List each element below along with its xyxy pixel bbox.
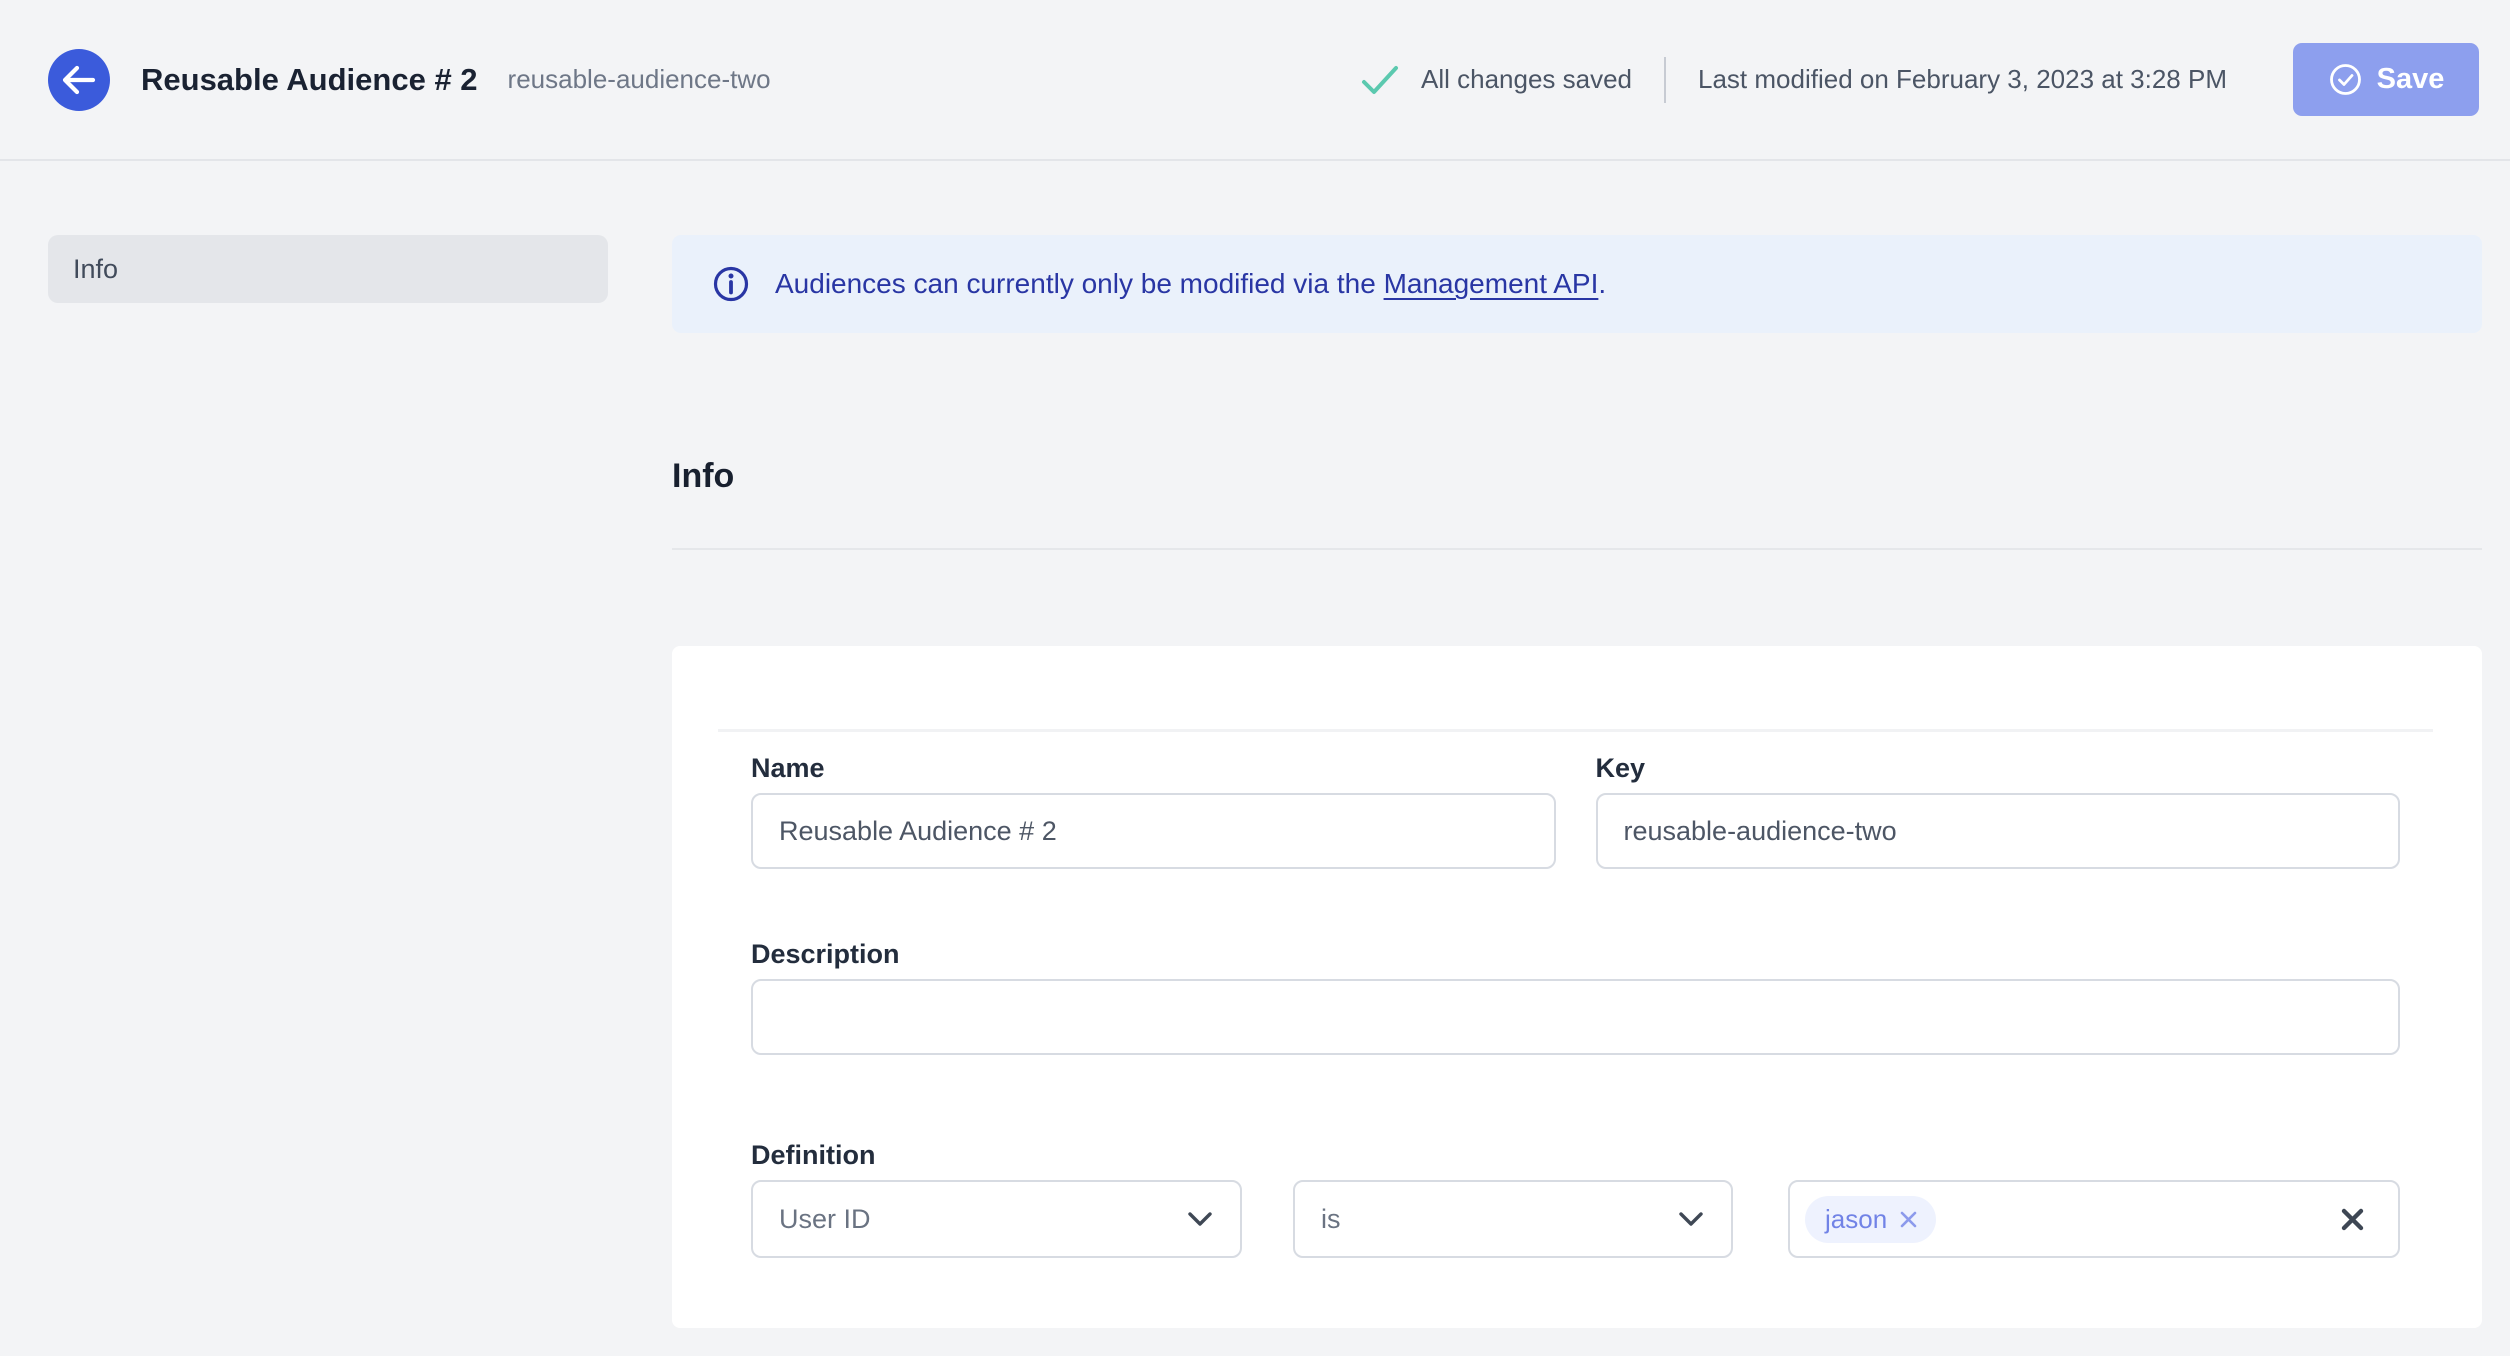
name-field: Name: [751, 753, 1556, 869]
banner-text-after: .: [1598, 268, 1607, 299]
check-icon: [1361, 64, 1399, 96]
description-field-label: Description: [751, 939, 900, 969]
definition-field: Definition User ID is jason: [751, 1140, 2400, 1258]
attribute-select[interactable]: User ID: [751, 1180, 1242, 1258]
operator-select-value: is: [1321, 1203, 1341, 1234]
description-input[interactable]: [751, 979, 2400, 1055]
circle-check-icon: [2328, 62, 2363, 97]
clear-values-button[interactable]: [2333, 1200, 2372, 1239]
sidebar-item-info[interactable]: Info: [48, 235, 608, 303]
tag-remove-x-icon[interactable]: [1898, 1209, 1919, 1230]
back-button[interactable]: [48, 48, 110, 111]
header: Reusable Audience # 2 reusable-audience-…: [0, 0, 2510, 161]
name-key-row: Name Key: [751, 753, 2400, 869]
management-api-link[interactable]: Management API: [1384, 268, 1599, 299]
name-field-label: Name: [751, 753, 825, 783]
header-divider: [1664, 56, 1667, 103]
last-modified-text: Last modified on February 3, 2023 at 3:2…: [1698, 64, 2227, 94]
operator-select[interactable]: is: [1293, 1180, 1733, 1258]
main-area: Info Audiences can currently only be mod…: [0, 161, 2510, 1328]
save-button-label: Save: [2376, 63, 2445, 95]
arrow-left-icon: [61, 65, 97, 95]
definition-label: Definition: [751, 1140, 876, 1170]
definition-row: User ID is jason: [751, 1180, 2400, 1258]
x-icon: [2339, 1206, 2366, 1233]
value-input[interactable]: jason: [1788, 1180, 2400, 1258]
banner-text: Audiences can currently only be modified…: [775, 268, 1606, 300]
key-input[interactable]: [1595, 793, 2400, 869]
page-title: Reusable Audience # 2: [141, 61, 478, 97]
key-field-label: Key: [1595, 753, 1646, 783]
value-tag-label: jason: [1825, 1203, 1888, 1234]
info-form: Name Key Description Definition: [672, 753, 2482, 1258]
value-tag: jason: [1805, 1195, 1937, 1243]
banner-text-before: Audiences can currently only be modified…: [775, 268, 1384, 299]
sidebar-item-label: Info: [73, 253, 119, 284]
description-field: Description: [751, 939, 2400, 1055]
page-subtitle: reusable-audience-two: [507, 64, 771, 94]
info-card: Name Key Description Definition: [672, 646, 2482, 1328]
section-heading-info: Info: [672, 457, 735, 495]
key-field: Key: [1595, 753, 2400, 869]
save-status: All changes saved Last modified on Febru…: [1361, 43, 2479, 116]
save-button[interactable]: Save: [2293, 43, 2479, 116]
info-banner: Audiences can currently only be modified…: [672, 235, 2482, 333]
card-divider: [718, 646, 2433, 732]
info-circle-icon: [712, 265, 750, 303]
attribute-select-value: User ID: [779, 1203, 871, 1234]
chevron-down-icon: [1679, 1212, 1703, 1226]
name-input[interactable]: [751, 793, 1556, 869]
content: Audiences can currently only be modified…: [672, 235, 2482, 1328]
section-divider: [672, 548, 2482, 550]
sidebar: Info: [48, 235, 608, 1328]
status-text: All changes saved: [1420, 64, 1633, 94]
chevron-down-icon: [1188, 1212, 1212, 1226]
